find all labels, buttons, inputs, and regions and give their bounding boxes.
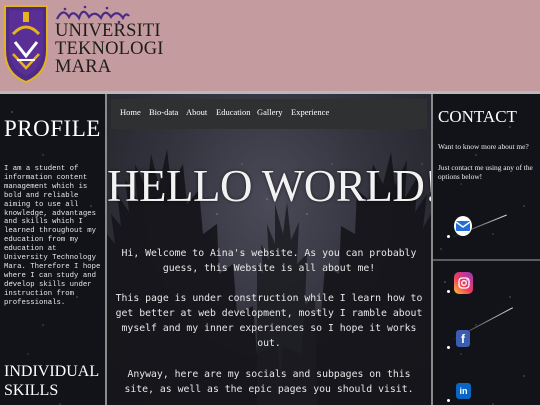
hello-world-heading: HELLO WORLD! <box>107 161 431 211</box>
intro-text: Hi, Welcome to Aina's website. As you ca… <box>113 246 425 405</box>
nav-about[interactable]: About <box>186 107 207 117</box>
list-bullet <box>447 235 450 238</box>
contact-panel: CONTACT Want to know more about me? Just… <box>431 94 540 405</box>
top-navigation-bar: Home Bio-data About Education Gallery Ex… <box>111 99 427 129</box>
university-name-line-1: UNIVERSITI <box>55 21 161 41</box>
instagram-icon[interactable] <box>454 272 473 294</box>
contact-question: Want to know more about me? <box>438 142 529 151</box>
nav-bio-data[interactable]: Bio-data <box>149 107 178 117</box>
intro-paragraph-1: Hi, Welcome to Aina's website. As you ca… <box>121 248 417 275</box>
list-bullet <box>447 290 450 293</box>
profile-heading: PROFILE <box>4 116 101 141</box>
university-name-line-3: MARA <box>55 57 112 77</box>
profile-panel: PROFILE I am a student of information co… <box>0 94 107 405</box>
facebook-icon[interactable]: f <box>456 330 470 347</box>
site-header: UNIVERSITI TEKNOLOGI MARA <box>0 0 540 91</box>
contact-divider <box>433 259 540 261</box>
nav-education[interactable]: Education <box>216 107 250 117</box>
email-icon[interactable] <box>454 216 472 236</box>
profile-description: I am a student of information content ma… <box>4 165 105 307</box>
uitm-crest-logo[interactable] <box>3 4 49 84</box>
contact-heading: CONTACT <box>438 107 517 126</box>
main-content: Home Bio-data About Education Gallery Ex… <box>107 94 431 405</box>
university-name-line-2: TEKNOLOGI <box>55 39 164 59</box>
list-bullet <box>447 346 450 349</box>
list-bullet <box>447 399 450 402</box>
individual-skills-heading: INDIVIDUAL SKILLS <box>4 363 99 399</box>
nav-experience[interactable]: Experience <box>291 107 329 117</box>
nav-home[interactable]: Home <box>120 107 141 117</box>
university-name: UNIVERSITI TEKNOLOGI MARA <box>55 21 164 77</box>
nav-gallery[interactable]: Gallery <box>257 107 283 117</box>
intro-paragraph-2: This page is under construction while I … <box>115 293 423 350</box>
contact-instructions: Just contact me using any of the options… <box>438 163 533 181</box>
intro-paragraph-3: Anyway, here are my socials and subpages… <box>124 368 414 395</box>
linkedin-icon[interactable]: in <box>456 383 471 399</box>
